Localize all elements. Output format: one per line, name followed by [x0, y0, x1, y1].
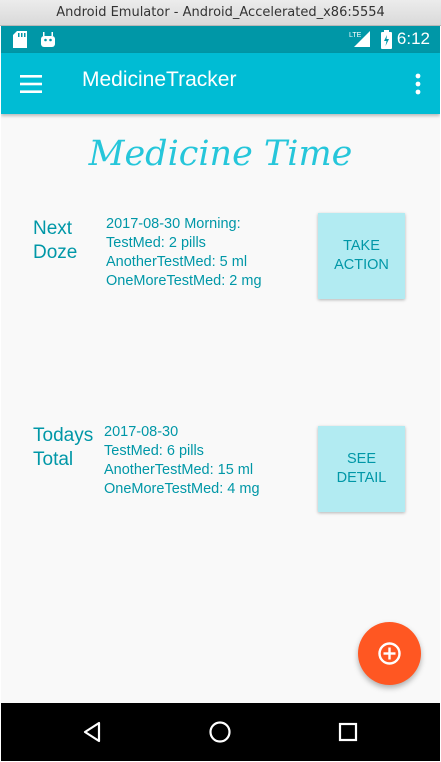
next-doze-item: AnotherTestMed: 5 ml: [106, 254, 248, 270]
home-button[interactable]: [208, 720, 232, 748]
next-doze-date: 2017-08-30 Morning:: [106, 216, 241, 232]
emulator-window-title: Android Emulator - Android_Accelerated_x…: [0, 0, 441, 26]
status-bar: LTE 6:12: [1, 26, 440, 53]
svg-text:LTE: LTE: [349, 32, 362, 39]
add-fab-button[interactable]: [358, 622, 421, 685]
todays-total-item: TestMed: 6 pills: [104, 443, 204, 459]
navigation-bar: [1, 703, 440, 761]
todays-total-label-line2: Total: [33, 449, 74, 470]
add-circle-icon: [378, 642, 401, 665]
menu-button[interactable]: [16, 70, 46, 98]
todays-total-details: 2017-08-30 TestMed: 6 pills AnotherTestM…: [104, 423, 260, 499]
recents-button[interactable]: [338, 722, 358, 746]
battery-icon: [381, 30, 392, 53]
take-action-label-line2: ACTION: [334, 257, 389, 273]
see-detail-label-line1: SEE: [346, 451, 376, 467]
overflow-menu-button[interactable]: [408, 70, 428, 98]
lte-signal-icon: LTE: [349, 30, 371, 52]
menu-icon: [20, 75, 42, 93]
see-detail-button[interactable]: SEE DETAIL: [318, 426, 405, 512]
todays-total-label: Todays Total: [33, 424, 93, 472]
next-doze-label-line2: Doze: [33, 242, 78, 263]
next-doze-item: TestMed: 2 pills: [106, 235, 206, 251]
recents-icon: [338, 722, 358, 742]
page-heading: Medicine Time: [88, 134, 353, 174]
next-doze-label-line1: Next: [33, 218, 73, 239]
android-icon: [40, 31, 56, 52]
home-icon: [209, 721, 231, 743]
todays-total-item: OneMoreTestMed: 4 mg: [104, 481, 260, 497]
device-screen: LTE 6:12 MedicineTracker Medicine Time N…: [1, 26, 440, 761]
todays-total-date: 2017-08-30: [104, 424, 179, 440]
next-doze-details: 2017-08-30 Morning: TestMed: 2 pills Ano…: [106, 215, 262, 291]
back-button[interactable]: [81, 721, 103, 747]
sd-card-icon: [13, 31, 27, 52]
app-title: MedicineTracker: [82, 68, 237, 91]
back-icon: [83, 721, 101, 743]
take-action-button[interactable]: TAKE ACTION: [318, 213, 405, 299]
app-bar: MedicineTracker: [1, 53, 440, 114]
next-doze-label: Next Doze: [33, 217, 77, 265]
todays-total-label-line1: Todays: [33, 425, 94, 446]
status-time: 6:12: [396, 29, 430, 48]
take-action-label-line1: TAKE: [343, 238, 380, 254]
todays-total-item: AnotherTestMed: 15 ml: [104, 462, 254, 478]
see-detail-label-line2: DETAIL: [336, 470, 387, 486]
next-doze-item: OneMoreTestMed: 2 mg: [106, 273, 262, 289]
more-vert-icon: [415, 73, 421, 95]
